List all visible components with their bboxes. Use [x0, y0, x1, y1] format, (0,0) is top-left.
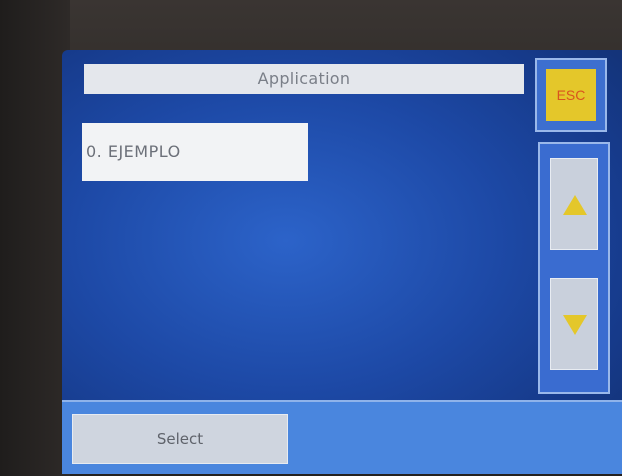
scroll-down-button[interactable]: [550, 278, 598, 370]
triangle-up-icon: [563, 195, 587, 215]
list-item-ejemplo[interactable]: 0. EJEMPLO: [82, 123, 308, 181]
select-button[interactable]: Select: [72, 414, 288, 464]
triangle-down-icon: [563, 315, 587, 335]
esc-button-label: ESC: [546, 69, 596, 121]
device-bezel-left: [0, 0, 70, 476]
touch-screen: Application ESC 0. EJEMPLO Select: [62, 50, 622, 474]
bottom-toolbar: Select: [62, 400, 622, 474]
esc-button[interactable]: ESC: [535, 58, 607, 132]
scroll-panel: [538, 142, 610, 394]
page-title: Application: [84, 64, 524, 94]
scroll-up-button[interactable]: [550, 158, 598, 250]
